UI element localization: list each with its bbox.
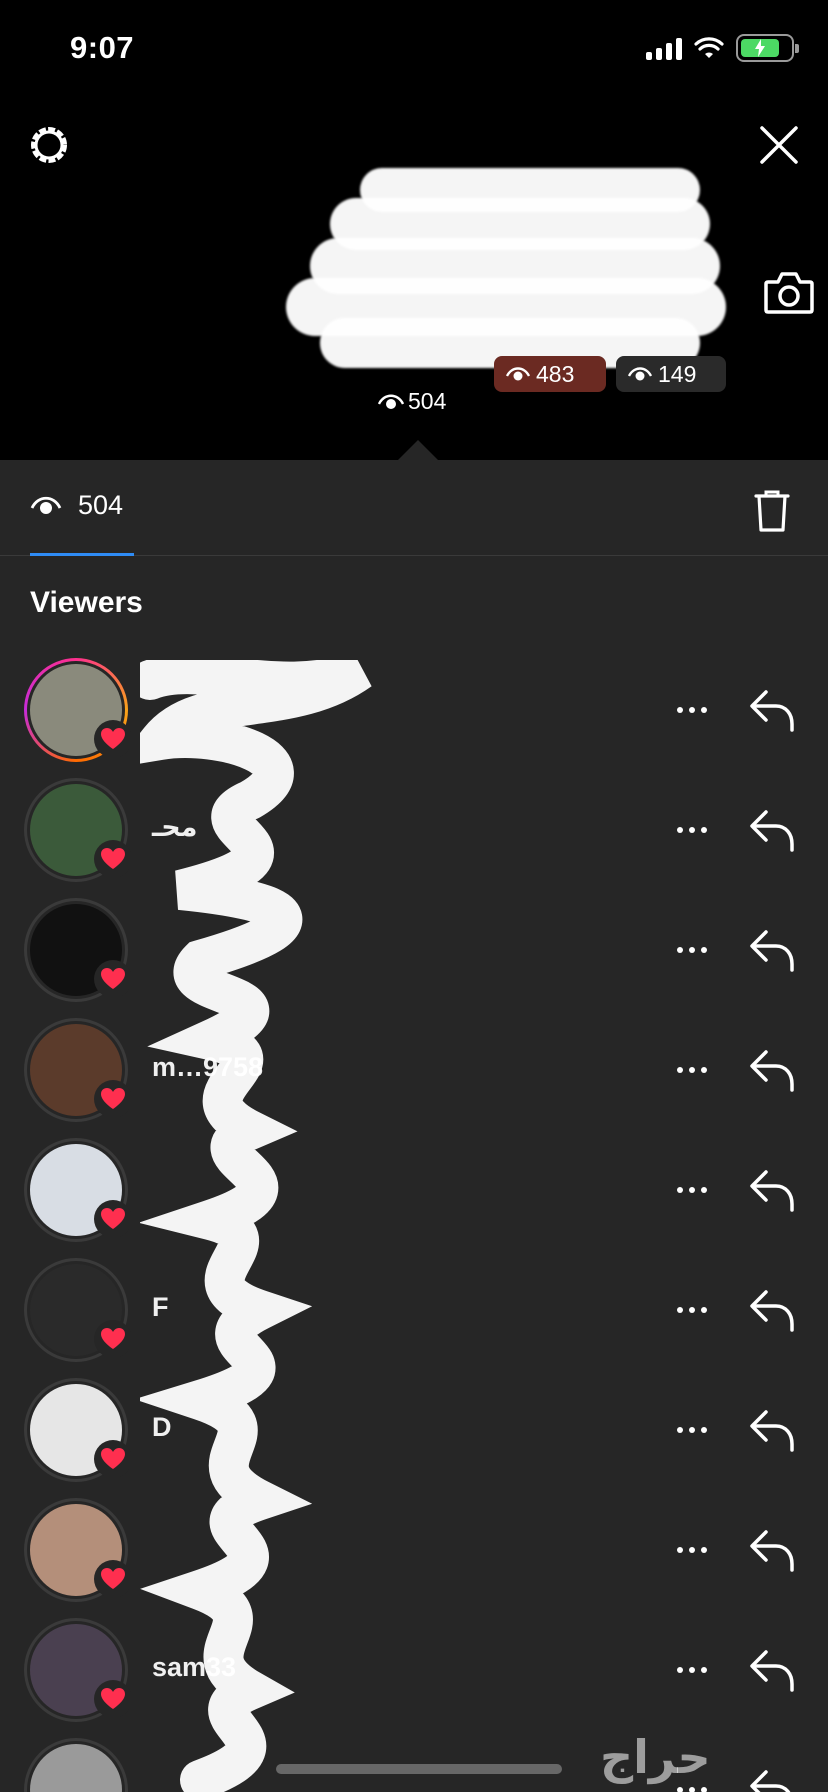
liked-badge [94, 1320, 132, 1358]
reply-arrow-icon[interactable] [746, 1644, 798, 1696]
settings-gear-icon[interactable] [26, 122, 72, 168]
reply-arrow-icon[interactable] [746, 1524, 798, 1576]
reply-arrow-icon[interactable] [746, 1764, 798, 1792]
trash-icon[interactable] [748, 486, 796, 534]
heart-icon [101, 968, 125, 989]
story-view-badge: 483 [494, 356, 606, 392]
more-options-icon[interactable] [672, 1412, 712, 1448]
eye-icon [30, 496, 62, 514]
watermark: حراج [600, 1730, 711, 1784]
more-options-icon[interactable] [672, 1532, 712, 1568]
reply-arrow-icon[interactable] [746, 684, 798, 736]
viewer-row[interactable]: sam33 [0, 1610, 828, 1730]
current-story-views: 504 [378, 388, 446, 415]
viewer-username: sam33 [152, 1652, 237, 1682]
eye-icon [506, 367, 530, 381]
story-view-count: 149 [658, 360, 697, 387]
liked-badge [94, 1680, 132, 1718]
viewer-username: F [152, 1292, 169, 1322]
cellular-signal-icon [646, 36, 682, 60]
wifi-icon [694, 37, 724, 58]
more-options-icon[interactable] [672, 1292, 712, 1328]
viewer-row[interactable]: D [0, 1370, 828, 1490]
selected-story-pointer [396, 440, 440, 462]
heart-icon [101, 1688, 125, 1709]
more-options-icon[interactable] [672, 1052, 712, 1088]
camera-icon[interactable] [762, 268, 816, 318]
viewer-username: D [152, 1412, 172, 1442]
viewer-avatar[interactable] [24, 778, 132, 882]
reply-arrow-icon[interactable] [746, 924, 798, 976]
story-preview-area: 9:07 483 149 504 [0, 0, 828, 462]
more-options-icon[interactable] [672, 932, 712, 968]
liked-badge [94, 1560, 132, 1598]
battery-icon [736, 34, 799, 62]
heart-icon [101, 1328, 125, 1349]
views-count: 504 [78, 490, 124, 520]
story-view-count: 483 [536, 360, 575, 387]
status-time: 9:07 [70, 30, 135, 65]
viewer-avatar[interactable] [24, 1738, 128, 1792]
viewer-avatar[interactable] [24, 658, 132, 762]
reply-arrow-icon[interactable] [746, 1044, 798, 1096]
reply-arrow-icon[interactable] [746, 1284, 798, 1336]
viewer-row[interactable]: F [0, 1250, 828, 1370]
reply-arrow-icon[interactable] [746, 804, 798, 856]
eye-icon [378, 394, 404, 409]
viewer-username: محـ [152, 812, 198, 842]
home-indicator [276, 1764, 562, 1774]
more-options-icon[interactable] [672, 692, 712, 728]
liked-badge [94, 1440, 132, 1478]
liked-badge [94, 720, 132, 758]
liked-badge [94, 1200, 132, 1238]
eye-icon [628, 367, 652, 381]
viewer-avatar[interactable] [24, 1258, 132, 1362]
viewer-avatar[interactable] [24, 1618, 132, 1722]
tab-views[interactable]: 504 [30, 490, 123, 521]
viewer-row[interactable] [0, 650, 828, 770]
viewer-row[interactable] [0, 890, 828, 1010]
reply-arrow-icon[interactable] [746, 1164, 798, 1216]
viewer-row[interactable]: m…9758 [0, 1010, 828, 1130]
current-views-count: 504 [408, 388, 447, 414]
viewer-username: m…9758 [152, 1052, 264, 1082]
viewer-avatar[interactable] [24, 898, 132, 1002]
heart-icon [101, 1208, 125, 1229]
sheet-header: 504 [0, 460, 828, 556]
viewers-sheet: 504 Viewers محـ m…9758 F D sam33 [0, 460, 828, 1792]
liked-badge [94, 1080, 132, 1118]
viewer-avatar[interactable] [24, 1018, 132, 1122]
status-indicators [646, 34, 799, 62]
reply-arrow-icon[interactable] [746, 1404, 798, 1456]
heart-icon [101, 1568, 125, 1589]
close-icon[interactable] [756, 122, 802, 168]
story-view-badge: 149 [616, 356, 726, 392]
viewer-row[interactable] [0, 1490, 828, 1610]
viewer-avatar[interactable] [24, 1378, 132, 1482]
tab-active-indicator [30, 553, 134, 556]
viewer-row[interactable] [0, 1130, 828, 1250]
more-options-icon[interactable] [672, 812, 712, 848]
liked-badge [94, 840, 132, 878]
heart-icon [101, 848, 125, 869]
viewer-avatar[interactable] [24, 1138, 132, 1242]
liked-badge [94, 960, 132, 998]
viewer-avatar[interactable] [24, 1498, 132, 1602]
story-thumbnail-redacted[interactable] [286, 168, 730, 388]
viewers-list: محـ m…9758 F D sam33 [0, 650, 828, 1792]
more-options-icon[interactable] [672, 1652, 712, 1688]
viewer-row[interactable]: محـ [0, 770, 828, 890]
more-options-icon[interactable] [672, 1172, 712, 1208]
heart-icon [101, 728, 125, 749]
heart-icon [101, 1448, 125, 1469]
heart-icon [101, 1088, 125, 1109]
viewers-section-title: Viewers [30, 586, 143, 619]
